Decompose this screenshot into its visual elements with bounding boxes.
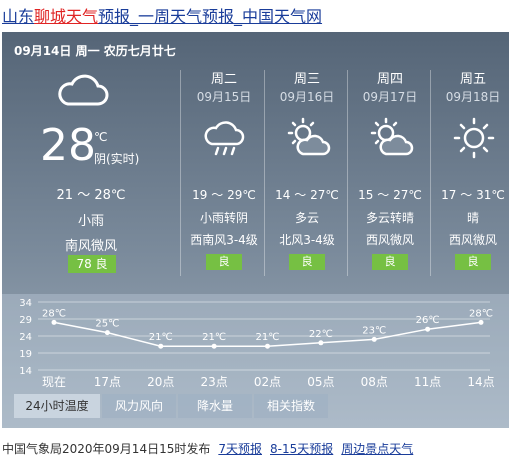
temp-data-label: 28℃ (469, 308, 493, 319)
forecast-wind: 西风微风 (448, 233, 497, 247)
x-tick-label: 02点 (254, 375, 281, 389)
x-tick-label: 23点 (200, 375, 227, 389)
x-tick-label: 05点 (307, 375, 334, 389)
temp-point (425, 326, 431, 332)
partly-cloudy-icon (287, 117, 331, 156)
link-7day[interactable]: 7天预报 (218, 442, 262, 456)
x-tick-label: 20点 (147, 375, 174, 389)
aqi-badge[interactable]: 良 (289, 254, 325, 270)
temp-data-label: 21℃ (256, 332, 280, 343)
divider (347, 70, 348, 276)
y-tick-label: 19 (19, 349, 32, 360)
aqi-badge[interactable]: 良 (206, 254, 242, 270)
link-8-15day[interactable]: 8-15天预报 (270, 442, 333, 456)
tab-precip[interactable]: 降水量 (178, 394, 252, 418)
x-tick-label: 现在 (42, 375, 66, 389)
x-tick-label: 14点 (467, 375, 494, 389)
forecast-day-name: 周四 (376, 72, 403, 87)
forecast-date: 09月16日 (279, 90, 335, 104)
forecast-wind: 西风微风 (365, 233, 414, 247)
tab-24h-temp[interactable]: 24小时温度 (14, 394, 100, 418)
temp-point (478, 319, 484, 325)
temp-data-label: 22℃ (309, 329, 333, 340)
temp-point (158, 343, 164, 349)
sun-icon (453, 117, 495, 159)
y-tick-label: 34 (19, 298, 32, 309)
forecast-day[interactable]: 周三 09月16日 14 ～ 27℃ 多云 北风3-4级 良 (267, 68, 347, 308)
forecast-range: 19 ～ 29℃ (192, 188, 256, 202)
weather-panel: 09月14日 周一 农历七月廿七 28 ℃ 阴(实时) 21 ～ 28℃ 小雨 … (2, 32, 509, 428)
forecast-day-name: 周二 (210, 72, 237, 87)
divider (180, 70, 181, 276)
cloud-rain-icon (204, 121, 245, 156)
today-weather: 小雨 (77, 214, 104, 229)
title-rest[interactable]: 预报_一周天气预报_中国天气网 (98, 7, 322, 26)
title-city-weather[interactable]: 聊城天气 (34, 7, 98, 26)
divider (264, 70, 265, 276)
temp-point (51, 319, 57, 325)
cloudy-icon (58, 74, 109, 106)
tab-wind[interactable]: 风力风向 (102, 394, 176, 418)
forecast-day-name: 周三 (293, 72, 320, 87)
temp-point (318, 340, 324, 346)
y-tick-label: 14 (19, 366, 32, 377)
forecast-weather: 多云 (294, 211, 319, 225)
temp-data-label: 21℃ (202, 332, 226, 343)
tab-indices[interactable]: 相关指数 (254, 394, 328, 418)
x-tick-label: 08点 (361, 375, 388, 389)
forecast-range: 14 ～ 27℃ (275, 188, 339, 202)
temp-point (104, 330, 110, 336)
forecast-date: 09月15日 (196, 90, 252, 104)
partly-cloudy-icon (370, 117, 414, 156)
forecast-weather: 多云转晴 (365, 211, 414, 225)
y-tick-label: 24 (19, 332, 32, 343)
forecast-range: 15 ～ 27℃ (358, 188, 422, 202)
current-temp: 28 (40, 120, 96, 171)
aqi-badge[interactable]: 良 (372, 254, 408, 270)
forecast-day[interactable]: 周四 09月17日 15 ～ 27℃ 多云转晴 西风微风 良 (350, 68, 430, 308)
y-tick-label: 29 (19, 315, 32, 326)
footer: 中国气象局2020年09月14日15时发布 7天预报 8-15天预报 周边景点天气 (2, 440, 413, 457)
forecast-day[interactable]: 周二 09月15日 19 ～ 29℃ 小雨转阴 西南风3-4级 良 (184, 68, 264, 308)
temp-point (371, 336, 377, 342)
today-block: 28 ℃ 阴(实时) 21 ～ 28℃ 小雨 南风微风 78 良 (2, 60, 180, 300)
temp-point (265, 343, 270, 349)
x-tick-label: 11点 (414, 375, 441, 389)
forecast-date: 09月17日 (362, 90, 418, 104)
today-wind: 南风微风 (64, 239, 117, 254)
aqi-badge[interactable]: 良 (455, 254, 491, 270)
temp-unit: ℃ (94, 130, 108, 144)
temp-data-label: 26℃ (416, 315, 440, 326)
divider (430, 70, 431, 276)
temp-data-label: 25℃ (95, 319, 119, 330)
forecast-wind: 北风3-4级 (279, 233, 335, 247)
current-desc: 阴(实时) (94, 152, 140, 166)
forecast-wind: 西南风3-4级 (190, 233, 258, 247)
forecast-weather: 小雨转阴 (199, 211, 248, 225)
x-tick-label: 17点 (94, 375, 121, 389)
forecast-weather: 晴 (466, 211, 479, 225)
temp-data-label: 21℃ (149, 332, 173, 343)
hourly-temp-svg: 34 29 24 19 14 28℃ 现在 25℃ 17点 21℃ 20点 21℃ 23点 21℃ 02点 2… (19, 298, 494, 389)
temp-data-label: 23℃ (362, 325, 386, 336)
temp-data-label: 28℃ (42, 308, 66, 319)
forecast-day-name: 周五 (459, 72, 486, 87)
aqi-badge[interactable]: 78 良 (68, 255, 116, 273)
publish-info: 中国气象局2020年09月14日15时发布 (2, 442, 211, 456)
date-line: 09月14日 周一 农历七月廿七 (14, 44, 176, 58)
title-province[interactable]: 山东 (2, 7, 34, 26)
temp-point (211, 343, 217, 349)
forecast-range: 17 ～ 31℃ (441, 188, 505, 202)
forecast-day[interactable]: 周五 09月18日 17 ～ 31℃ 晴 西风微风 良 (433, 68, 511, 308)
today-range: 21 ～ 28℃ (56, 188, 126, 203)
page-title[interactable]: 山东聊城天气预报_一周天气预报_中国天气网 (2, 3, 322, 27)
link-nearby[interactable]: 周边景点天气 (341, 442, 413, 456)
forecast-date: 09月18日 (445, 90, 501, 104)
